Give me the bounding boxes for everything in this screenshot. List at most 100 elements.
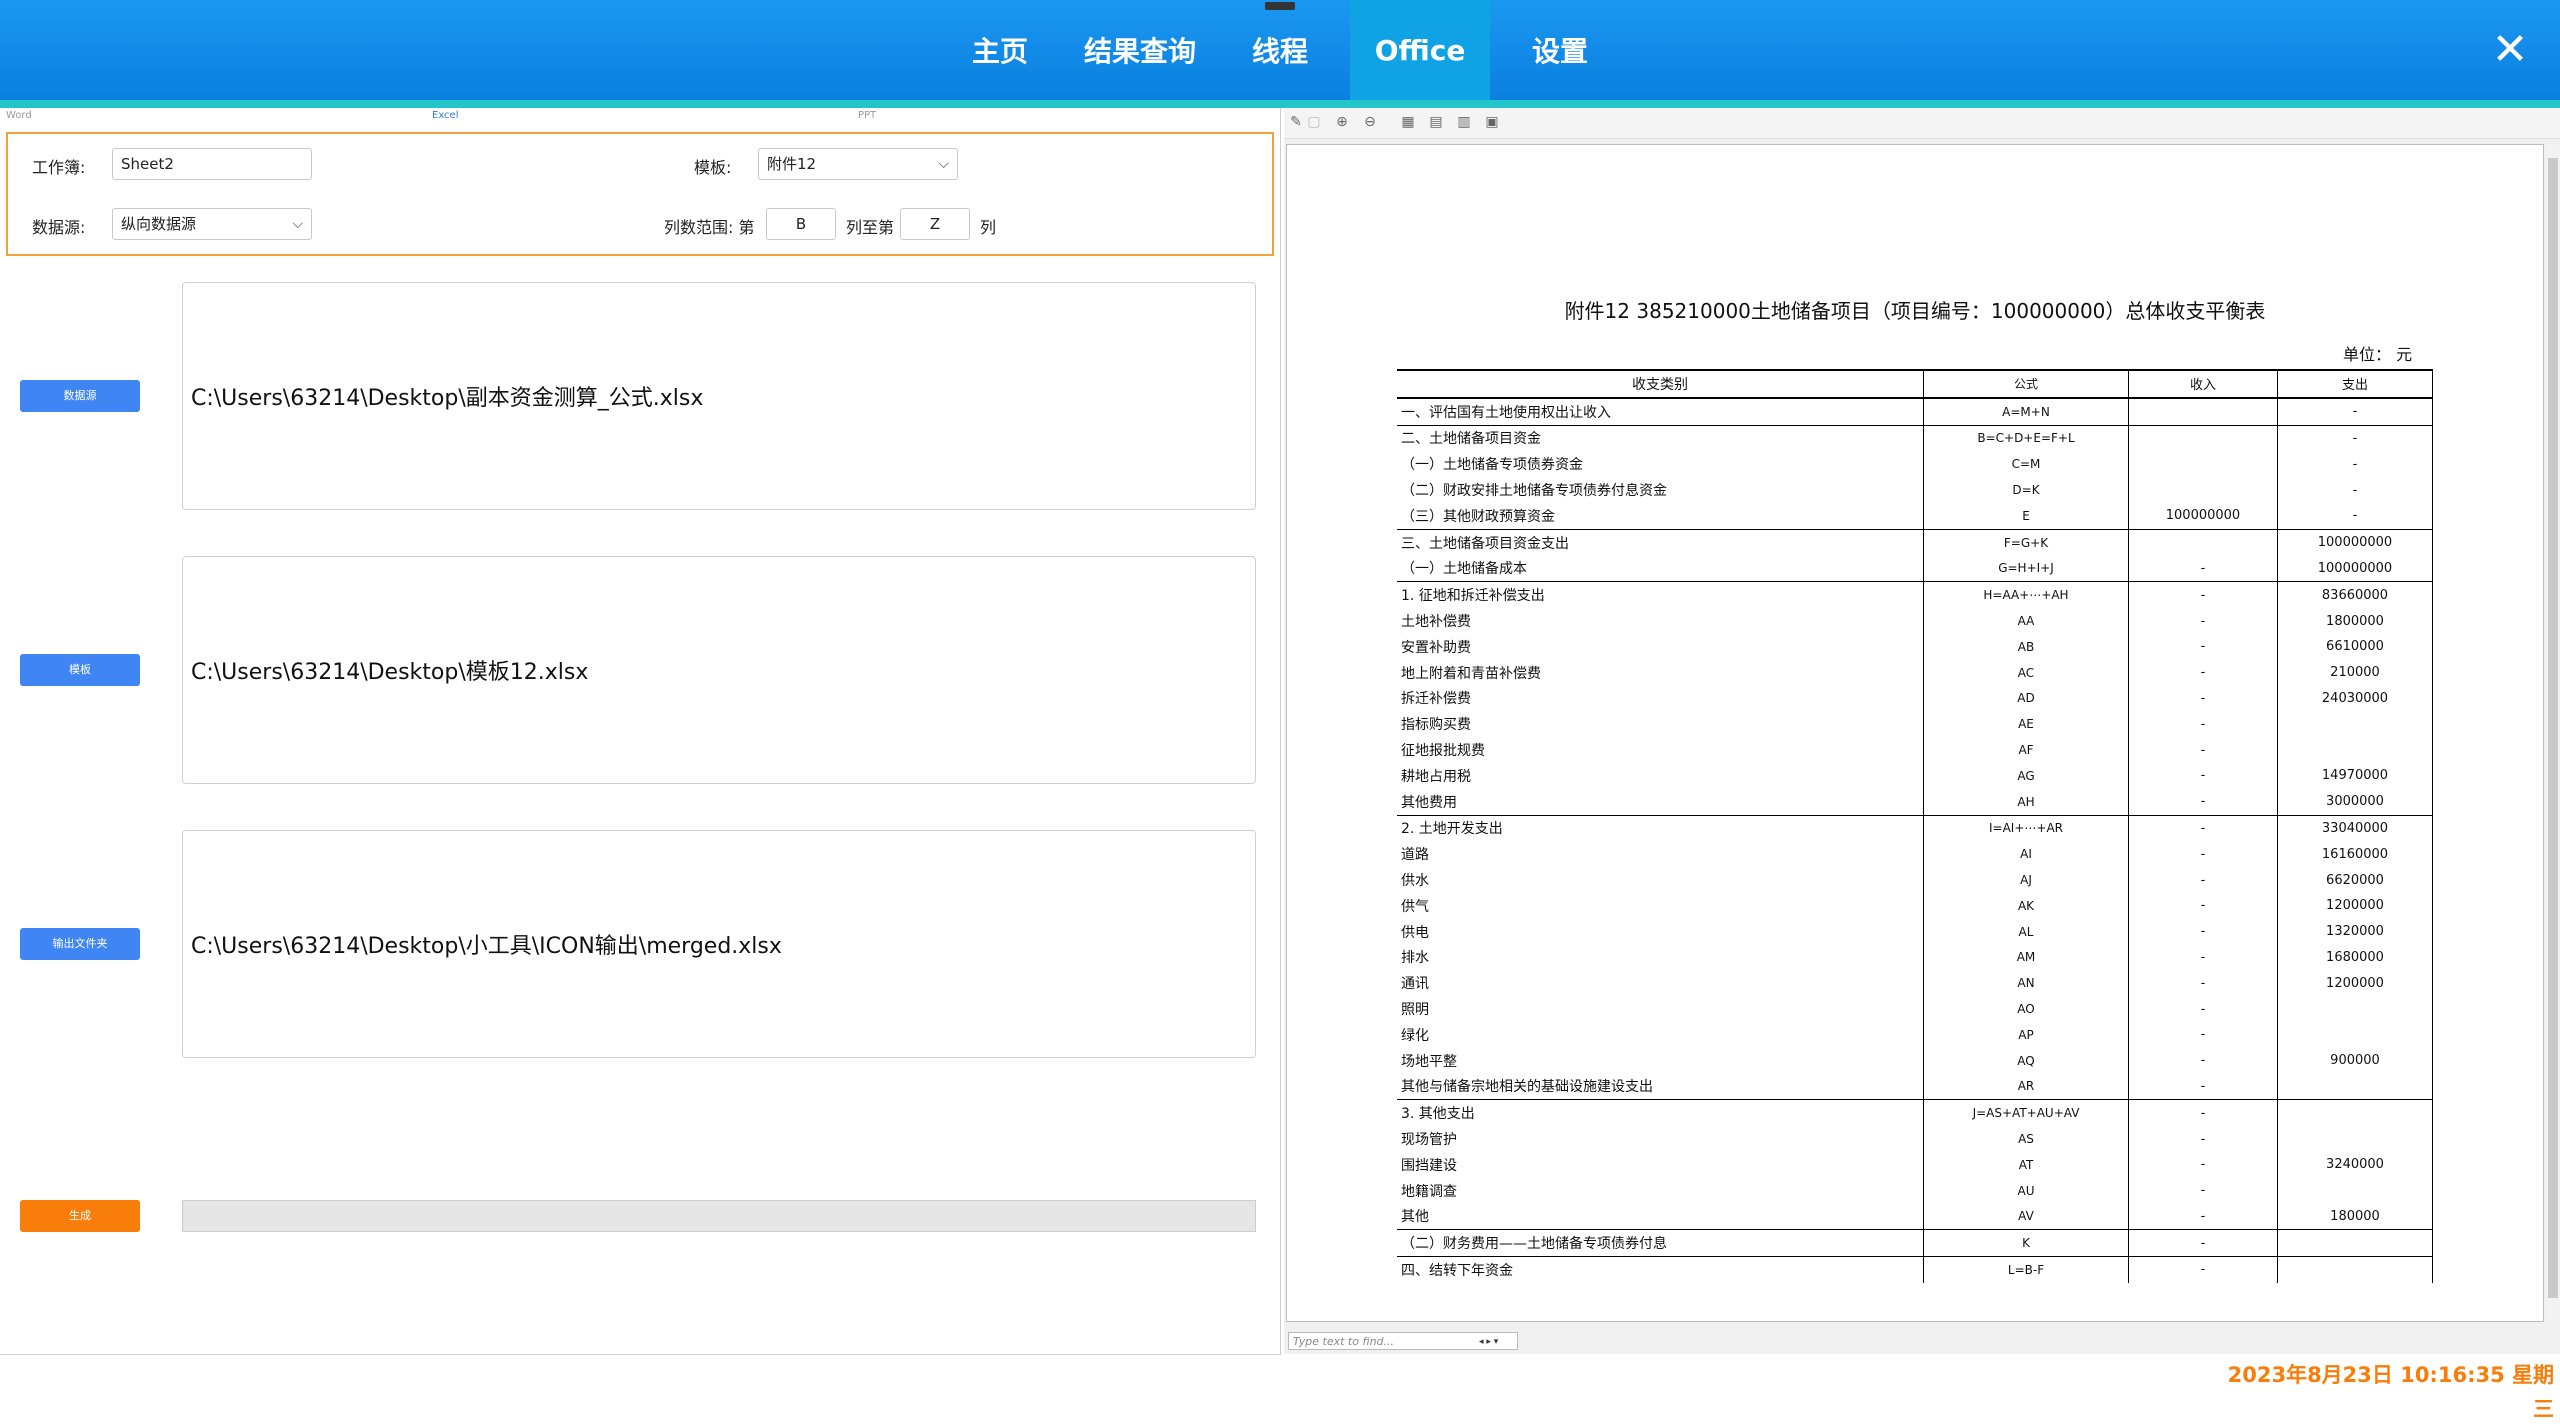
table-row: 2. 土地开发支出 I=AI+⋯+AR -33040000: [1397, 814, 2433, 842]
cell-income: -: [2128, 1047, 2278, 1074]
cell-expense: [2277, 1229, 2433, 1257]
cell-category: 耕地占用税: [1397, 762, 1924, 789]
template-button[interactable]: 模板: [20, 654, 140, 686]
vertical-scrollbar[interactable]: [2546, 144, 2560, 1320]
scrollbar-thumb[interactable]: [2548, 158, 2558, 1298]
two-page-icon[interactable]: ▤: [1428, 114, 1444, 130]
cell-expense: 100000000: [2277, 555, 2433, 582]
cell-expense: 14970000: [2277, 762, 2433, 789]
print-icon[interactable]: ✎: [1288, 114, 1304, 130]
cell-expense: [2277, 1256, 2433, 1283]
find-nav-icon[interactable]: ◂ ▸ ▾: [1479, 1333, 1498, 1351]
table-row: 一、评估国有土地使用权出让收入 A=M+N -: [1397, 397, 2433, 426]
table-row: 耕地占用税 AG -14970000: [1397, 762, 2433, 789]
workbook-input[interactable]: Sheet2: [112, 148, 312, 180]
status-datetime: 2023年8月23日 10:16:35 星期三: [2227, 1363, 2554, 1421]
cell-formula: K: [1923, 1229, 2129, 1257]
cell-formula: AQ: [1923, 1047, 2129, 1074]
cell-income: -: [2128, 970, 2278, 997]
datasource-select[interactable]: 纵向数据源 ⌵: [112, 208, 312, 240]
cell-category: 指标购买费: [1397, 711, 1924, 738]
table-row: （一）土地储备专项债券资金 C=M -: [1397, 451, 2433, 478]
cell-category: 围挡建设: [1397, 1151, 1924, 1178]
table-row: （三）其他财政预算资金 E 100000000-: [1397, 502, 2433, 530]
cell-formula: AP: [1923, 1021, 2129, 1048]
spreadsheet-preview-pane: ✎ ▢ ⊕ ⊖ ▦ ▤ ▥ ▣ 附件12 385210000土地储备项目（项目编…: [1284, 108, 2560, 1354]
table-row: 道路 AI -16160000: [1397, 841, 2433, 868]
cell-income: -: [2128, 1151, 2278, 1178]
nav-settings[interactable]: 设置: [1514, 0, 1606, 100]
cell-category: 地籍调查: [1397, 1177, 1924, 1204]
cell-category: 其他费用: [1397, 788, 1924, 816]
cell-expense: -: [2277, 424, 2433, 452]
table-row: 现场管护 AS -: [1397, 1126, 2433, 1152]
zoom-out-icon[interactable]: ⊖: [1362, 114, 1378, 130]
col-to-input[interactable]: Z: [900, 208, 970, 240]
cell-formula: A=M+N: [1923, 397, 2129, 426]
cell-expense: 3240000: [2277, 1151, 2433, 1178]
generate-button[interactable]: 生成: [20, 1200, 140, 1232]
header-formula: 公式: [1923, 369, 2129, 399]
cell-expense: [2277, 1177, 2433, 1204]
tab-excel[interactable]: Excel: [432, 110, 459, 121]
cell-income: -: [2128, 1073, 2278, 1100]
cell-income: [2128, 477, 2278, 503]
table-row: 四、结转下年资金 L=B-F -: [1397, 1256, 2433, 1283]
table-row: 排水 AM -1680000: [1397, 944, 2433, 971]
table-row: 其他费用 AH -3000000: [1397, 788, 2433, 816]
accent-stripe: [0, 100, 2560, 108]
cell-formula: E: [1923, 502, 2129, 530]
cell-category: 2. 土地开发支出: [1397, 814, 1924, 842]
table-row: 照明 AO -: [1397, 996, 2433, 1022]
cell-formula: AJ: [1923, 867, 2129, 893]
cell-formula: AL: [1923, 918, 2129, 945]
cell-expense: [2277, 737, 2433, 763]
cell-income: -: [2128, 1021, 2278, 1048]
cell-category: 绿化: [1397, 1021, 1924, 1048]
table-row: 供水 AJ -6620000: [1397, 867, 2433, 893]
nav-office[interactable]: Office: [1350, 0, 1490, 100]
cell-income: -: [2128, 1099, 2278, 1127]
cell-category: （二）财务费用——土地储备专项债券付息: [1397, 1229, 1924, 1257]
cell-category: 征地报批规费: [1397, 737, 1924, 763]
zoom-in-icon[interactable]: ⊕: [1334, 114, 1350, 130]
full-view-icon[interactable]: ▣: [1484, 114, 1500, 130]
cell-formula: C=M: [1923, 451, 2129, 478]
output-folder-button[interactable]: 输出文件夹: [20, 928, 140, 960]
nav-results[interactable]: 结果查询: [1078, 0, 1202, 100]
close-icon[interactable]: ✕: [2488, 28, 2532, 72]
page-view-icon[interactable]: ▦: [1400, 114, 1416, 130]
datasource-button[interactable]: 数据源: [20, 380, 140, 412]
cell-category: （一）土地储备专项债券资金: [1397, 451, 1924, 478]
cell-expense: 83660000: [2277, 581, 2433, 609]
cell-income: -: [2128, 814, 2278, 842]
table-row: （一）土地储备成本 G=H+I+J -100000000: [1397, 555, 2433, 582]
cell-category: 排水: [1397, 944, 1924, 971]
settings-form: 工作簿: Sheet2 模板: 附件12 ⌵ 数据源: 纵向数据源 ⌵ 列数范围…: [6, 132, 1274, 256]
template-select[interactable]: 附件12 ⌵: [758, 148, 958, 180]
header-category: 收支类别: [1397, 369, 1924, 399]
template-path-field[interactable]: C:\Users\63214\Desktop\模板12.xlsx: [182, 556, 1256, 784]
cell-income: [2128, 424, 2278, 452]
find-input[interactable]: Type text to find... ◂ ▸ ▾: [1288, 1332, 1518, 1350]
cell-expense: 900000: [2277, 1047, 2433, 1074]
col-from-input[interactable]: B: [766, 208, 836, 240]
cell-formula: AC: [1923, 659, 2129, 686]
table-row: 其他与储备宗地相关的基础设施建设支出 AR -: [1397, 1073, 2433, 1100]
cell-expense: 6610000: [2277, 633, 2433, 660]
cell-expense: [2277, 1073, 2433, 1100]
datasource-path-field[interactable]: C:\Users\63214\Desktop\副本资金测算_公式.xlsx: [182, 282, 1256, 510]
document-page: 附件12 385210000土地储备项目（项目编号：100000000）总体收支…: [1286, 144, 2544, 1322]
nav-threads[interactable]: 线程: [1234, 0, 1326, 100]
cell-formula: AR: [1923, 1073, 2129, 1100]
table-header-row: 收支类别 公式 收入 支出: [1397, 369, 2433, 399]
table-row: 3. 其他支出 J=AS+AT+AU+AV -: [1397, 1099, 2433, 1127]
header-income: 收入: [2128, 369, 2278, 399]
width-view-icon[interactable]: ▥: [1456, 114, 1472, 130]
tab-word[interactable]: Word: [6, 110, 32, 121]
output-path-field[interactable]: C:\Users\63214\Desktop\小工具\ICON输出\merged…: [182, 830, 1256, 1058]
copy-icon[interactable]: ▢: [1306, 114, 1322, 130]
tab-ppt[interactable]: PPT: [858, 110, 876, 121]
nav-home[interactable]: 主页: [952, 0, 1048, 100]
cell-category: 照明: [1397, 996, 1924, 1022]
